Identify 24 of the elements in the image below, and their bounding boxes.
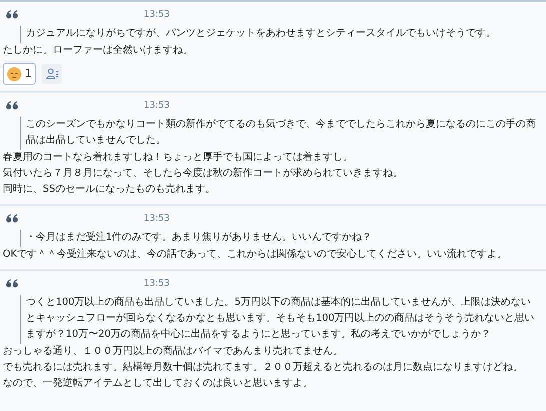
message-text: 同時に、SSのセールになったものも売れます。: [3, 182, 216, 197]
message-text: 気付いたら７月８月になって、そしたら今度は秋の新作コートが求められていきますね。: [3, 166, 404, 181]
quote-icon: [6, 279, 18, 288]
emoji-icon: [7, 66, 22, 82]
timestamp: 13:53: [144, 8, 170, 22]
quoted-message: このシーズンでもかなりコート類の新作がでてるのも気づきで、今まででしたらこれから夏になるのにこの手の商品は出品していませんでした。: [26, 118, 537, 148]
timestamp: 13:53: [144, 278, 170, 290]
user-list-icon: [46, 68, 58, 80]
message-text: なので、一発逆転アイテムとして出しておくのは良いと思いますよ。: [3, 376, 314, 391]
message-text: でも売れるには売れます。結構毎月数十個は売れてます。２００万超えると売れるのは月に数点になりますけどね。: [3, 360, 524, 375]
message-text: 春夏用のコートなら着れますしね！ちょっと厚手でも国によっては着ますし。: [3, 150, 354, 165]
quoted-message: つくと100万以上の商品も出品していました。5万円以下の商品は基本的に出品していませんが、上限は決めないとキャッシュフローが回らなくなるかなとも思います。そもそも100万円以上のの商品はそうそう売れないと思いますが？10万〜20万の商品を中心に出品をするようにと思っています。私の考えでいかがでしょうか？: [26, 296, 536, 342]
quoted-message: カジュアルになりがちですが、パンツとジェケットをあわせますとシティースタイルでもいけそうです。: [26, 27, 497, 41]
quote-icon: [6, 101, 18, 110]
message-text: おっしゃる通り、１００万円以上の商品はバイマであんまり売れてません。: [3, 344, 344, 359]
timestamp: 13:53: [144, 100, 170, 112]
message-text: OKです＾＾今受注来ないのは、今の話であって、これからは関係ないので安心してください。いい流れですよ。: [3, 248, 508, 262]
timestamp: 13:53: [144, 212, 170, 226]
add-reaction-button[interactable]: [42, 64, 62, 84]
quote-icon: [6, 214, 18, 223]
quoted-message: ・今月はまだ受注1件のみです。あまり焦りがありません。いいんですかね？: [26, 230, 374, 245]
reaction-button[interactable]: 1: [3, 63, 36, 85]
message-text: たしかに。ローファーは全然いけますね。: [3, 44, 194, 58]
quote-icon: [6, 10, 18, 19]
